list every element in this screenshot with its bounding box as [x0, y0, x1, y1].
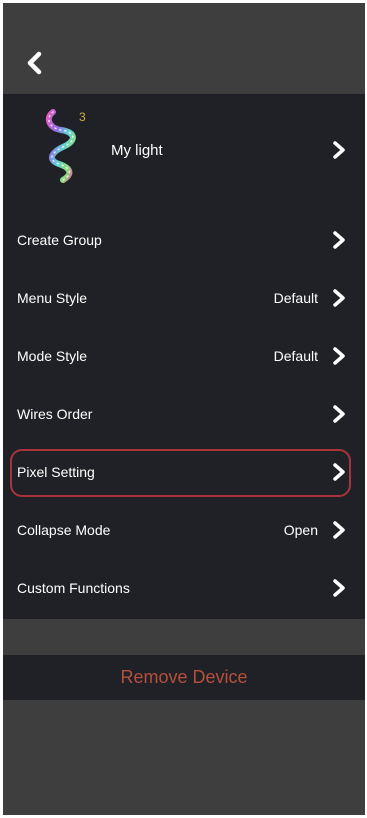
device-row[interactable]: 3 My light	[3, 94, 365, 210]
menu-item-label: Create Group	[17, 232, 102, 248]
menu-item-label: Collapse Mode	[17, 522, 111, 538]
chevron-right-icon	[333, 579, 345, 597]
menu-item-label: Pixel Setting	[17, 464, 95, 480]
menu-item-wires-order[interactable]: Wires Order	[3, 385, 365, 443]
bottom-area	[3, 700, 365, 815]
menu-item-create-group[interactable]: Create Group	[3, 211, 365, 269]
menu-item-value: Default	[273, 290, 318, 306]
chevron-right-icon	[333, 405, 345, 423]
menu-item-label: Custom Functions	[17, 580, 130, 596]
menu-item-value: Default	[273, 348, 318, 364]
device-badge: 3	[79, 110, 86, 124]
menu-item-collapse-mode[interactable]: Collapse Mode Open	[3, 501, 365, 559]
chevron-right-icon	[333, 463, 345, 481]
back-button[interactable]	[21, 49, 49, 77]
menu-item-label: Menu Style	[17, 290, 88, 306]
chevron-right-icon	[333, 289, 345, 307]
chevron-right-icon	[333, 347, 345, 365]
top-bar	[3, 3, 365, 93]
menu-item-mode-style[interactable]: Mode Style Default	[3, 327, 365, 385]
menu-item-pixel-setting[interactable]: Pixel Setting	[3, 443, 365, 501]
menu-item-label: Wires Order	[17, 406, 93, 422]
remove-device-label: Remove Device	[120, 667, 248, 687]
chevron-right-icon	[333, 141, 345, 159]
chevron-left-icon	[27, 51, 42, 75]
menu-item-custom-functions[interactable]: Custom Functions	[3, 559, 365, 617]
screen: 3 My light Create Group Menu Style Defau…	[3, 3, 365, 815]
chevron-right-icon	[333, 521, 345, 539]
menu-item-menu-style[interactable]: Menu Style Default	[3, 269, 365, 327]
remove-device-button[interactable]: Remove Device	[3, 655, 365, 700]
device-name: My light	[111, 142, 163, 159]
section-divider	[3, 619, 365, 655]
chevron-right-icon	[333, 231, 345, 249]
menu-item-label: Mode Style	[17, 348, 88, 364]
menu-item-value: Open	[283, 522, 318, 538]
spiral-light-icon: 3	[45, 109, 86, 183]
settings-list: 3 My light Create Group Menu Style Defau…	[3, 94, 365, 619]
